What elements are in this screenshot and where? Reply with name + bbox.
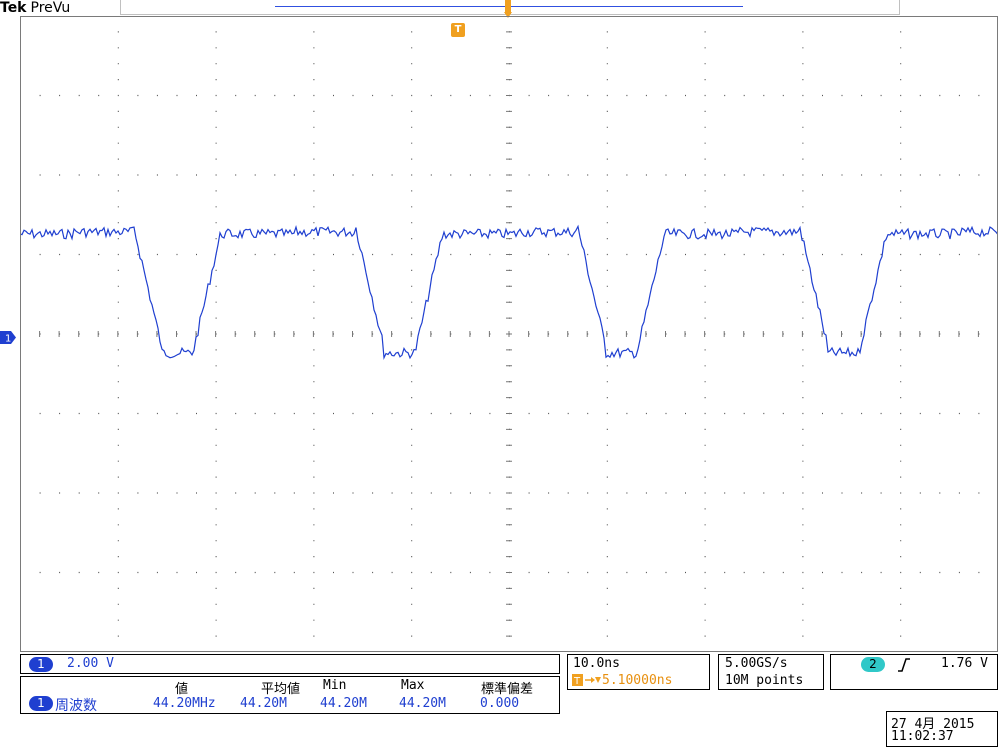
brand-name: Tek [0, 0, 27, 16]
acquisition-mode: PreVu [30, 0, 71, 16]
measurement-max: 44.20M [399, 696, 446, 711]
measurement-channel-badge: 1 [29, 696, 53, 711]
rising-edge-icon [898, 658, 910, 672]
ch1-scale-panel[interactable]: 1 2.00 V [20, 654, 560, 674]
trigger-panel[interactable]: 2 1.76 V [830, 654, 998, 690]
measurement-stddev: 0.000 [480, 696, 520, 711]
graticule-dots [20, 16, 998, 652]
ch1-ground-marker-icon[interactable]: 1 [0, 331, 16, 344]
graticule [20, 16, 998, 652]
timebase-panel[interactable]: 10.0ns T 5.10000ns [567, 654, 710, 690]
acquisition-panel[interactable]: 5.00GS/s 10M points [718, 654, 824, 690]
ch1-waveform [20, 224, 998, 360]
measurement-panel[interactable]: 1 周波数 値 平均値 Min Max 標準偏差 44.20MHz 44.20M… [20, 676, 560, 714]
trigger-source-badge: 2 [861, 657, 885, 672]
measurement-col-value: 値 [175, 682, 189, 697]
ch1-marker-label: 1 [5, 334, 11, 345]
trigger-delay-icon: T [572, 674, 601, 687]
measurement-min: 44.20M [320, 696, 367, 711]
trigger-level: 1.76 V [941, 656, 988, 671]
datetime-panel: 27 4月 2015 11:02:37 [886, 711, 998, 747]
ch1-badge: 1 [29, 657, 53, 672]
measurement-mean: 44.20M [240, 696, 287, 711]
measurement-col-min: Min [323, 678, 347, 693]
time: 11:02:37 [891, 729, 954, 744]
measurement-type: 周波数 [55, 698, 97, 714]
ch1-scale: 2.00 V [67, 656, 114, 671]
measurement-col-max: Max [401, 678, 425, 693]
brand-label: Tek PreVu [0, 0, 70, 16]
measurement-col-stddev: 標準偏差 [481, 682, 534, 697]
measurement-value: 44.20MHz [153, 696, 216, 711]
record-length: 10M points [725, 673, 804, 688]
svg-text:T: T [573, 676, 581, 687]
measurement-col-mean: 平均値 [261, 682, 301, 697]
horizontal-scale: 10.0ns [573, 656, 620, 671]
sample-rate: 5.00GS/s [725, 656, 788, 671]
trigger-position: 5.10000ns [602, 673, 673, 688]
